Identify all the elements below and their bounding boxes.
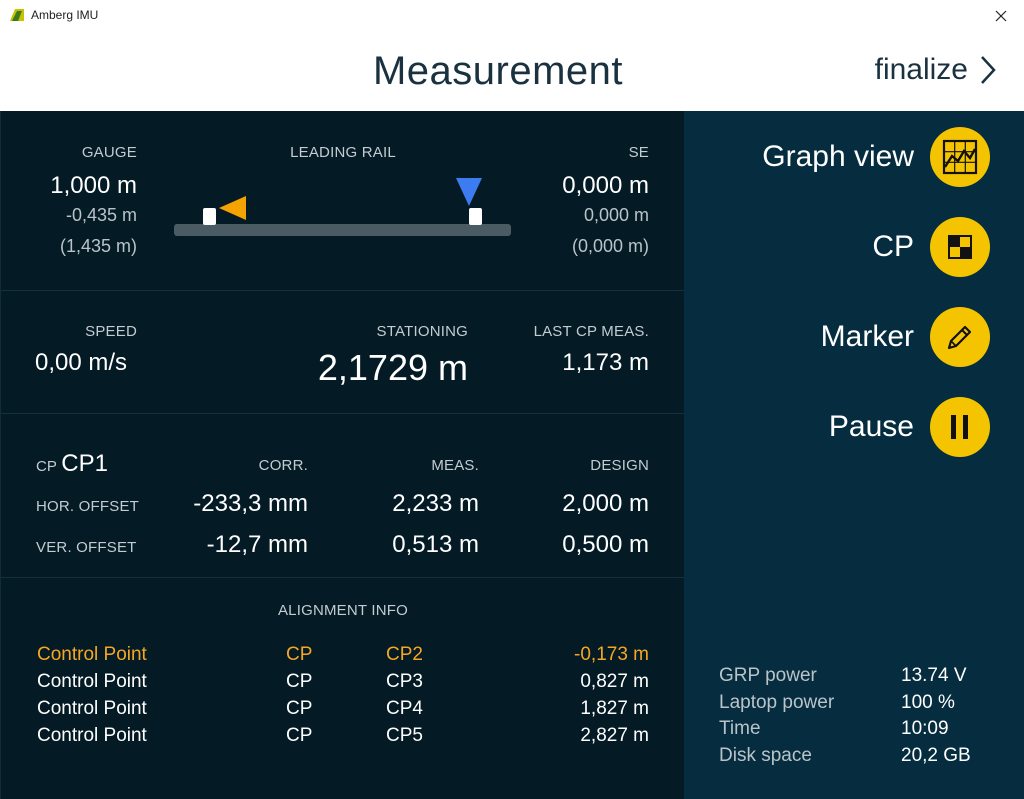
alignment-code: CP (286, 671, 313, 692)
alignment-row[interactable]: Control Point CP CP4 1,827 m (1, 698, 684, 724)
window-title: Amberg IMU (31, 8, 99, 22)
cp-button[interactable]: CP (872, 217, 990, 277)
time-label: Time (719, 718, 761, 739)
ver-offset-design: 0,500 m (562, 531, 649, 558)
hor-offset-corr: -233,3 mm (193, 490, 308, 517)
alignment-point-name: CP2 (386, 644, 423, 665)
close-icon (995, 10, 1007, 21)
grp-power-label: GRP power (719, 665, 817, 686)
alignment-type: Control Point (37, 644, 147, 665)
gauge-delta: -0,435 m (65, 205, 137, 225)
disk-space-label: Disk space (719, 745, 812, 766)
alignment-row[interactable]: Control Point CP CP2 -0,173 m (1, 644, 684, 670)
grp-power-value: 13.74 V (901, 665, 967, 686)
rail-track (174, 224, 511, 236)
chevron-right-icon (981, 56, 996, 84)
alignment-type: Control Point (37, 725, 147, 746)
amberg-logo-icon (10, 9, 24, 21)
stationing-value: 2,1729 m (317, 347, 468, 388)
alignment-row[interactable]: Control Point CP CP3 0,827 m (1, 671, 684, 697)
se-value: 0,000 m (562, 172, 649, 199)
se-nominal: (0,000 m) (571, 236, 649, 256)
alignment-code: CP (286, 725, 313, 746)
graph-view-button[interactable]: Graph view (762, 127, 990, 187)
meas-header: MEAS. (431, 457, 479, 474)
se-label: SE (628, 144, 649, 161)
alignment-point-name: CP3 (386, 671, 423, 692)
alignment-distance: 2,827 m (580, 725, 649, 746)
cp-prefix: CP (36, 458, 57, 475)
last-cp-value: 1,173 m (562, 349, 649, 376)
alignment-row[interactable]: Control Point CP CP5 2,827 m (1, 725, 684, 751)
graph-icon (930, 127, 990, 187)
alignment-type: Control Point (37, 671, 147, 692)
alignment-type: Control Point (37, 698, 147, 719)
right-rail-marker-icon (456, 178, 482, 206)
graph-view-label: Graph view (762, 140, 914, 173)
hor-offset-meas: 2,233 m (392, 490, 479, 517)
cp-title: CP CP1 (36, 450, 108, 478)
gauge-nominal: (1,435 m) (59, 236, 137, 256)
left-rail-pin (203, 208, 216, 225)
time-value: 10:09 (901, 718, 949, 739)
stationing-label: STATIONING (376, 323, 468, 340)
cp-section: CP CP1 CORR. MEAS. DESIGN HOR. OFFSET -2… (1, 414, 684, 578)
laptop-power-value: 100 % (901, 692, 955, 713)
alignment-distance: -0,173 m (574, 644, 649, 665)
alignment-point-name: CP4 (386, 698, 423, 719)
checker-icon (930, 217, 990, 277)
hor-offset-design: 2,000 m (562, 490, 649, 517)
finalize-button[interactable]: finalize (875, 53, 996, 87)
leading-rail-label: LEADING RAIL (290, 144, 396, 161)
alignment-code: CP (286, 644, 313, 665)
cp-button-label: CP (872, 230, 914, 263)
alignment-section: ALIGNMENT INFO Control Point CP CP2 -0,1… (1, 578, 684, 799)
window-titlebar: Amberg IMU (0, 0, 1024, 31)
ver-offset-meas: 0,513 m (392, 531, 479, 558)
speed-value: 0,00 m/s (35, 349, 128, 376)
right-rail-pin (469, 208, 482, 225)
measurement-panel: GAUGE 1,000 m -0,435 m (1,435 m) LEADING… (0, 111, 684, 799)
gauge-value: 1,000 m (50, 172, 137, 199)
corr-header: CORR. (258, 457, 308, 474)
alignment-code: CP (286, 698, 313, 719)
se-delta: 0,000 m (583, 205, 649, 225)
window-close-button[interactable] (978, 0, 1024, 31)
hor-offset-label: HOR. OFFSET (36, 498, 140, 515)
alignment-distance: 0,827 m (580, 671, 649, 692)
pause-button[interactable]: Pause (829, 397, 990, 457)
speed-section: SPEED 0,00 m/s STATIONING 2,1729 m LAST … (1, 291, 684, 414)
marker-button[interactable]: Marker (821, 307, 990, 367)
alignment-point-name: CP5 (386, 725, 423, 746)
alignment-distance: 1,827 m (580, 698, 649, 719)
page-title: Measurement (372, 49, 624, 93)
finalize-label: finalize (874, 53, 968, 86)
design-header: DESIGN (590, 457, 649, 474)
disk-space-value: 20,2 GB (901, 745, 971, 766)
pause-label: Pause (828, 410, 914, 443)
action-sidebar: Graph view CP Marker Pause GRP power 13.… (684, 111, 1024, 799)
ver-offset-corr: -12,7 mm (206, 531, 308, 558)
cp-name: CP1 (61, 450, 108, 477)
pencil-icon (930, 307, 990, 367)
pause-icon (930, 397, 990, 457)
rail-section: GAUGE 1,000 m -0,435 m (1,435 m) LEADING… (1, 111, 684, 291)
laptop-power-label: Laptop power (719, 692, 835, 713)
ver-offset-label: VER. OFFSET (36, 539, 137, 556)
marker-label: Marker (820, 320, 914, 353)
alignment-title: ALIGNMENT INFO (277, 602, 409, 619)
last-cp-label: LAST CP MEAS. (533, 323, 649, 340)
left-rail-marker-icon (219, 196, 246, 220)
speed-label: SPEED (85, 323, 137, 340)
page-header: Measurement finalize (0, 31, 1024, 111)
